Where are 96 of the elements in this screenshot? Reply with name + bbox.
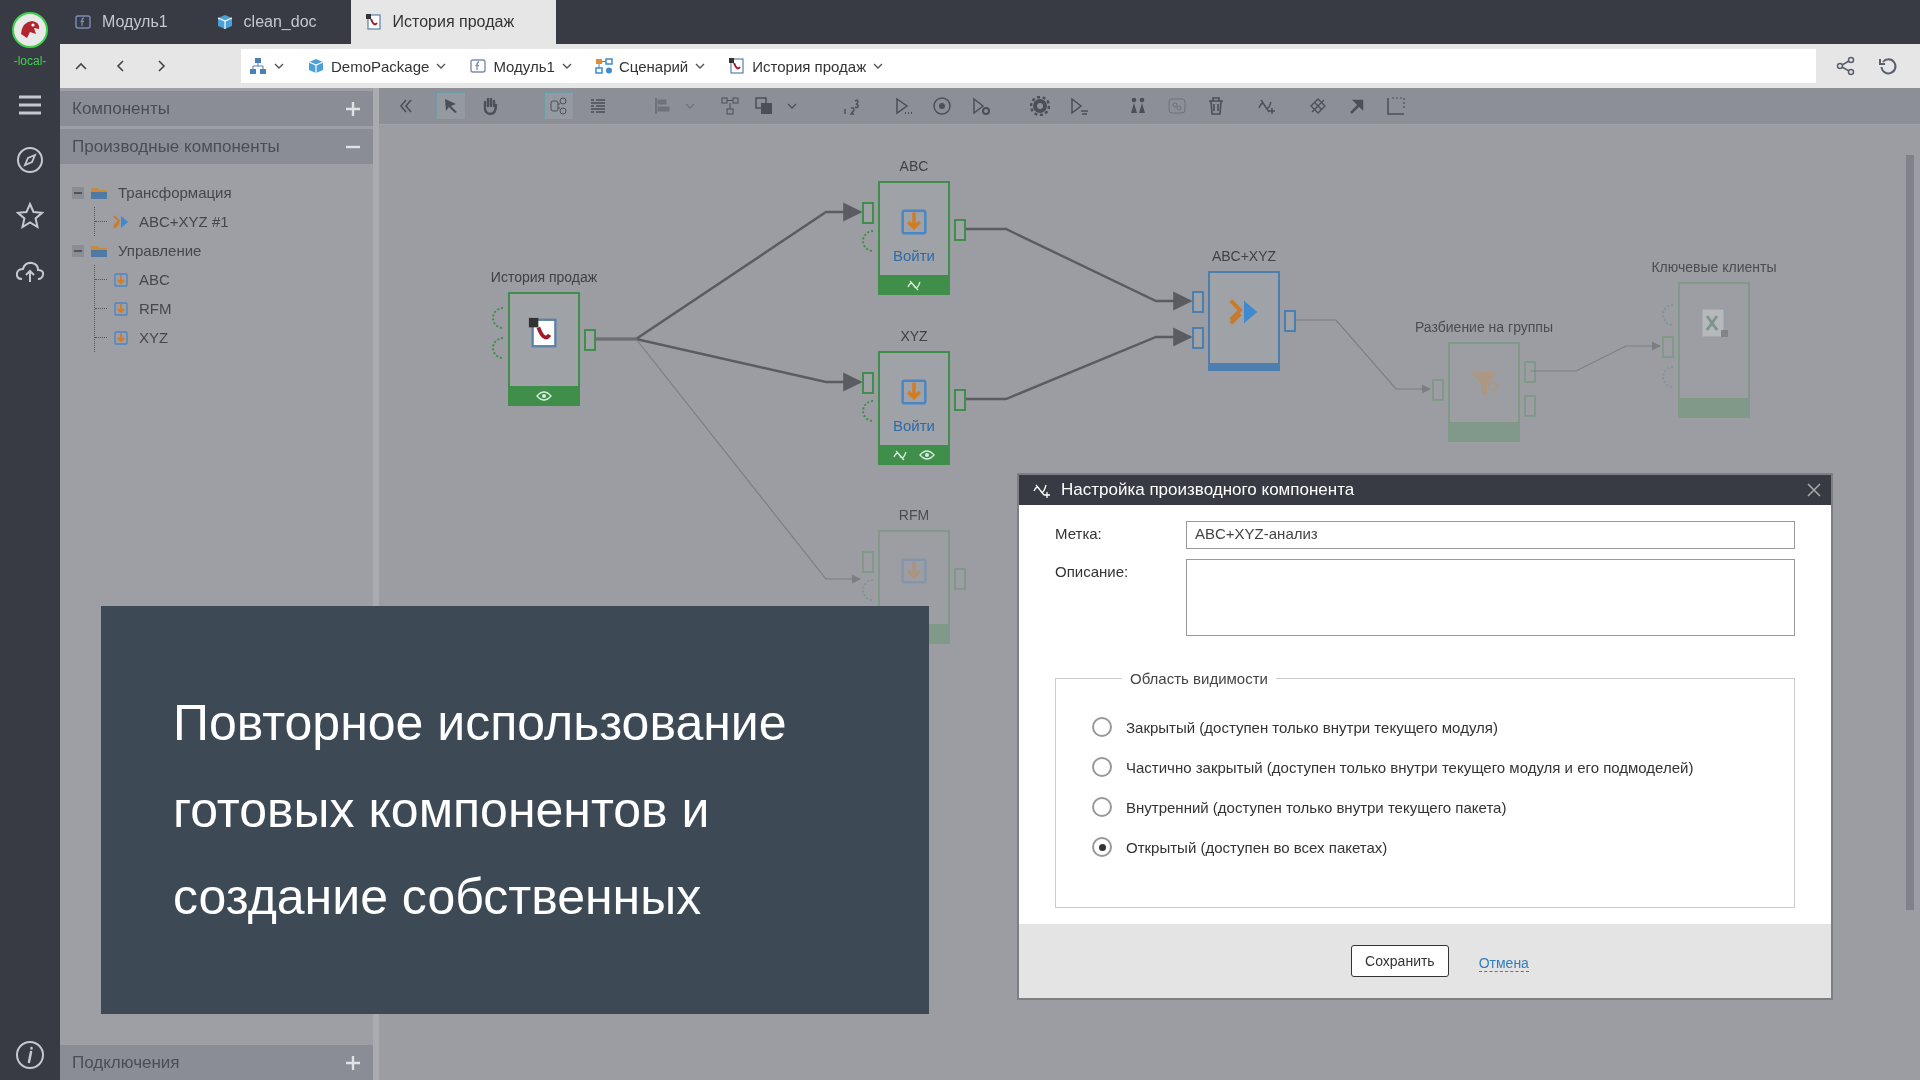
node-card[interactable]: Войти xyxy=(878,351,950,445)
output-port[interactable] xyxy=(954,389,966,411)
input-port[interactable] xyxy=(1192,327,1204,349)
logo-icon xyxy=(12,12,48,48)
tree-item[interactable]: Управление xyxy=(118,242,202,259)
input-port[interactable] xyxy=(862,372,874,394)
node-footer xyxy=(1208,363,1280,371)
close-icon[interactable] xyxy=(1807,483,1821,497)
node-card[interactable]: Войти xyxy=(878,181,950,275)
label-field[interactable]: ABC+XYZ-анализ xyxy=(1186,521,1795,549)
align-icon xyxy=(652,96,672,116)
description-field[interactable] xyxy=(1186,559,1795,636)
tree-item[interactable]: RFM xyxy=(139,300,172,317)
dialog-title: Настройка производного компонента xyxy=(1061,480,1356,500)
expander-icon[interactable] xyxy=(72,186,84,199)
compass-icon[interactable] xyxy=(16,146,44,174)
node-label: История продаж xyxy=(489,269,599,286)
node-label: ABC xyxy=(898,158,930,175)
derive-link-icon xyxy=(1308,96,1328,116)
group-icon xyxy=(1167,96,1187,116)
derive-icon xyxy=(893,448,907,462)
node-action-link[interactable]: Войти xyxy=(893,417,935,434)
tree-item[interactable]: ABC+XYZ #1 xyxy=(139,213,229,230)
panel-title: Производные компоненты xyxy=(72,136,280,157)
optional-port-icon[interactable] xyxy=(492,337,504,359)
add-icon[interactable] xyxy=(345,1054,361,1071)
radio-label[interactable]: Закрытый (доступен только внутри текущего модуля) xyxy=(1126,718,1498,736)
breadcrumb[interactable] xyxy=(249,57,285,75)
group-legend: Область видимости xyxy=(1122,670,1276,687)
tab[interactable]: clean_doc xyxy=(201,0,351,44)
output-port[interactable] xyxy=(584,329,596,351)
radio-button[interactable] xyxy=(1092,837,1112,857)
tab[interactable]: Модуль1 xyxy=(60,0,202,44)
radio-label[interactable]: Частично закрытый (доступен только внутри текущего модуля и его подмоделей) xyxy=(1126,758,1694,776)
list-icon xyxy=(588,96,608,116)
people-icon xyxy=(1128,96,1148,116)
stop-icon xyxy=(932,96,952,116)
delete-icon xyxy=(1206,96,1226,116)
optional-port-icon[interactable] xyxy=(862,400,874,422)
toolbar-button[interactable] xyxy=(544,92,574,120)
tab[interactable]: История продаж xyxy=(350,0,557,44)
frame-icon xyxy=(1386,96,1406,116)
output-port[interactable] xyxy=(954,219,966,241)
radio-button[interactable] xyxy=(1092,717,1112,737)
field-label: Описание: xyxy=(1055,562,1130,582)
radio-button[interactable] xyxy=(1092,757,1112,777)
panel-title: Подключения xyxy=(72,1052,180,1073)
radio-label[interactable]: Открытый (доступен во всех пакетах) xyxy=(1126,838,1388,856)
optional-port-icon[interactable] xyxy=(492,307,504,329)
derive-icon xyxy=(907,278,921,292)
input-port[interactable] xyxy=(862,202,874,224)
breadcrumb[interactable]: История продаж xyxy=(728,57,885,75)
panel-title: Компоненты xyxy=(72,98,170,119)
node-card[interactable] xyxy=(508,292,580,386)
field-label: Метка: xyxy=(1055,524,1103,544)
run-icon xyxy=(893,96,913,116)
node-label: ABC+XYZ xyxy=(1210,248,1278,265)
graph-view-icon xyxy=(549,96,569,116)
tree-item[interactable]: XYZ xyxy=(139,329,169,346)
caption-text: Повторное использование готовых компонентов и создание собственных xyxy=(173,694,788,927)
cancel-link[interactable]: Отмена xyxy=(1478,950,1529,972)
breadcrumb[interactable]: Сценарий xyxy=(594,57,707,75)
panel-header[interactable]: Производные компоненты xyxy=(60,129,373,164)
eye-icon xyxy=(536,390,552,402)
optional-port-icon[interactable] xyxy=(862,230,874,252)
info-icon[interactable] xyxy=(15,1040,45,1070)
layers-icon xyxy=(754,96,774,116)
node-card[interactable] xyxy=(1208,271,1280,363)
share-icon[interactable] xyxy=(1836,56,1856,76)
node-label: Разбиение на группы xyxy=(1414,319,1554,336)
breadcrumb[interactable]: DemoPackage xyxy=(307,57,448,75)
eye-icon xyxy=(919,449,935,461)
tree-item[interactable]: ABC xyxy=(139,271,170,288)
radio-label[interactable]: Внутренний (доступен только внутри текущего пакета) xyxy=(1126,798,1507,816)
run-step-icon xyxy=(1069,96,1089,116)
node-label: XYZ xyxy=(899,328,929,345)
layout-icon xyxy=(720,96,740,116)
input-port[interactable] xyxy=(1192,291,1204,313)
save-button[interactable]: Сохранить xyxy=(1351,945,1449,977)
breadcrumb[interactable]: Модуль1 xyxy=(469,57,573,75)
add-icon[interactable] xyxy=(345,100,361,117)
node-label: RFM xyxy=(897,507,931,524)
refresh-icon[interactable] xyxy=(1878,56,1898,76)
run-settings-icon xyxy=(971,96,991,116)
settings-icon xyxy=(1030,96,1050,116)
toolbar-button[interactable] xyxy=(436,92,466,120)
panel-header[interactable]: Подключения xyxy=(60,1045,373,1080)
star-icon[interactable] xyxy=(16,202,44,230)
node-label: Ключевые клиенты xyxy=(1650,259,1778,276)
tree-item[interactable]: Трансформация xyxy=(118,184,232,201)
radio-button[interactable] xyxy=(1092,797,1112,817)
node-action-link[interactable]: Войти xyxy=(893,247,935,264)
panel-header[interactable]: Компоненты xyxy=(60,91,373,126)
output-port[interactable] xyxy=(1284,310,1296,332)
expander-icon[interactable] xyxy=(72,244,84,257)
server-label: -local- xyxy=(13,54,47,68)
